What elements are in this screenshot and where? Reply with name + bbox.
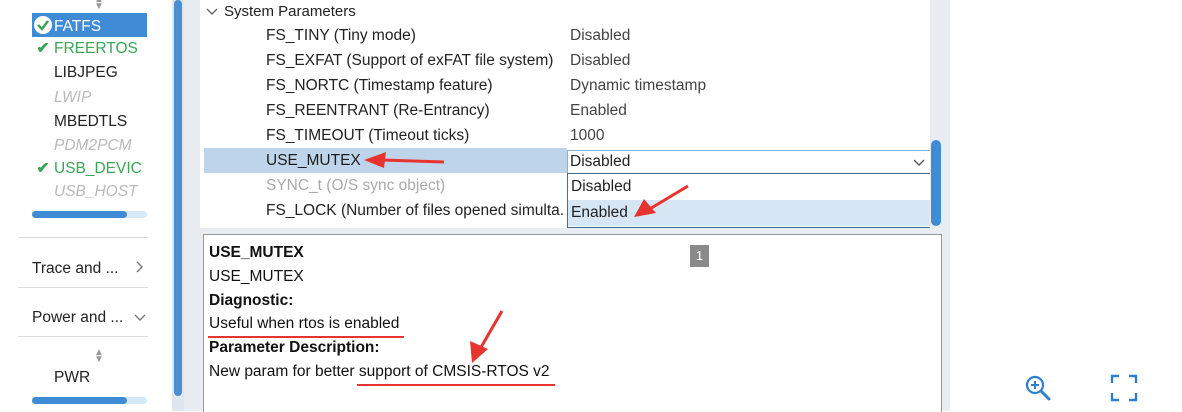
param-name: FS_EXFAT (Support of exFAT file system): [266, 52, 554, 69]
param-name: FS_REENTRANT (Re-Entrancy): [266, 102, 490, 119]
zoom-in-icon[interactable]: [1024, 374, 1052, 402]
group-label: System Parameters: [224, 3, 356, 20]
chevron-down-icon: [206, 2, 224, 22]
param-name: FS_LOCK (Number of files opened simulta.: [266, 202, 565, 219]
annotation-arrow-icon: [470, 310, 504, 363]
use-mutex-dropdown[interactable]: Disabled: [567, 150, 931, 174]
check-icon: ✔: [36, 160, 50, 177]
check-icon: ✔: [36, 40, 50, 57]
power-item-pwr[interactable]: PWR: [32, 366, 90, 390]
divider: [18, 237, 148, 238]
middleware-label: MBEDTLS: [54, 113, 128, 130]
annotation-underline: [208, 336, 404, 338]
scroll-up-icon[interactable]: ▲▼: [92, 0, 106, 12]
param-name: SYNC_t (O/S sync object): [266, 177, 446, 194]
middleware-label: PDM2PCM: [54, 137, 132, 154]
middleware-item-libjpeg[interactable]: LIBJPEG: [32, 61, 118, 85]
middleware-item-freertos[interactable]: ✔ FREERTOS: [32, 37, 138, 61]
param-value[interactable]: Disabled: [570, 48, 630, 73]
param-value[interactable]: Enabled: [570, 98, 627, 123]
scroll-arrows-icon[interactable]: ▲ ▼: [92, 348, 106, 365]
dropdown-option-enabled[interactable]: Enabled: [568, 200, 930, 226]
power-hscroll-thumb[interactable]: [32, 397, 127, 404]
middleware-hscroll-thumb[interactable]: [32, 211, 127, 218]
dropdown-value: Disabled: [570, 153, 631, 170]
chevron-down-icon: [134, 307, 146, 329]
param-name: FS_TINY (Tiny mode): [266, 27, 416, 44]
param-row[interactable]: FS_TINY (Tiny mode) Disabled: [204, 23, 930, 48]
param-name: FS_NORTC (Timestamp feature): [266, 77, 493, 94]
checked-circle-icon: [34, 16, 52, 34]
diagnostic-label: Diagnostic:: [209, 292, 294, 309]
param-value[interactable]: 1000: [570, 123, 604, 148]
middleware-label: LWIP: [54, 89, 92, 106]
chevron-down-icon: [912, 155, 926, 169]
annotation-arrow-icon: [634, 184, 689, 217]
middleware-item-lwip[interactable]: LWIP: [32, 86, 91, 110]
divider: [18, 336, 148, 337]
group-system-parameters[interactable]: System Parameters: [206, 2, 356, 22]
fit-screen-icon[interactable]: [1110, 374, 1138, 402]
middleware-item-pdm2pcm[interactable]: PDM2PCM: [32, 134, 132, 158]
diagnostic-text: Useful when rtos is enabled: [209, 315, 400, 332]
middleware-label: USB_HOST: [54, 183, 138, 200]
annotation-arrow-icon: [364, 152, 445, 168]
middleware-item-fatfs[interactable]: FATFS: [32, 13, 147, 37]
description-title: USE_MUTEX: [209, 244, 304, 261]
middleware-item-usb-device[interactable]: ✔ USB_DEVIC: [32, 157, 142, 181]
param-row[interactable]: SYNC_t (O/S sync object): [204, 173, 567, 198]
category-label: Trace and ...: [32, 260, 119, 277]
middleware-hscrollbar[interactable]: [32, 211, 147, 218]
param-value[interactable]: Dynamic timestamp: [570, 73, 706, 98]
dropdown-option-disabled[interactable]: Disabled: [568, 174, 930, 200]
category-label: Power and ...: [32, 309, 124, 326]
annotation-underline: [357, 384, 555, 386]
pinout-view-area: [950, 0, 1182, 411]
sidebar-vscroll-thumb[interactable]: [174, 0, 182, 396]
power-item-label: PWR: [54, 369, 91, 386]
param-value[interactable]: Disabled: [570, 23, 630, 48]
param-row[interactable]: FS_TIMEOUT (Timeout ticks) 1000: [204, 123, 930, 148]
param-row[interactable]: FS_LOCK (Number of files opened simulta.: [204, 198, 567, 223]
description-name: USE_MUTEX: [209, 268, 304, 285]
middleware-label: LIBJPEG: [54, 64, 118, 81]
middleware-label: FATFS: [54, 18, 102, 35]
param-row[interactable]: FS_NORTC (Timestamp feature) Dynamic tim…: [204, 73, 930, 98]
middleware-label: USB_DEVIC: [54, 160, 142, 177]
middleware-item-usb-host[interactable]: USB_HOST: [32, 180, 138, 204]
page-number-badge: 1: [690, 245, 709, 267]
category-power-and-thermal[interactable]: Power and ...: [32, 307, 148, 329]
middleware-item-mbedtls[interactable]: MBEDTLS: [32, 110, 127, 134]
param-row[interactable]: FS_EXFAT (Support of exFAT file system) …: [204, 48, 930, 73]
power-hscrollbar[interactable]: [32, 397, 147, 404]
category-trace-and-debug[interactable]: Trace and ...: [32, 258, 144, 280]
param-name: FS_TIMEOUT (Timeout ticks): [266, 127, 470, 144]
param-name: USE_MUTEX: [266, 152, 361, 169]
middleware-label: FREERTOS: [54, 40, 138, 57]
divider: [18, 287, 148, 288]
dropdown-options-list: Disabled Enabled: [567, 173, 931, 228]
chevron-right-icon: [134, 258, 144, 280]
param-row[interactable]: FS_REENTRANT (Re-Entrancy) Enabled: [204, 98, 930, 123]
param-description-label: Parameter Description:: [209, 339, 380, 356]
param-vscroll-thumb[interactable]: [931, 140, 941, 226]
